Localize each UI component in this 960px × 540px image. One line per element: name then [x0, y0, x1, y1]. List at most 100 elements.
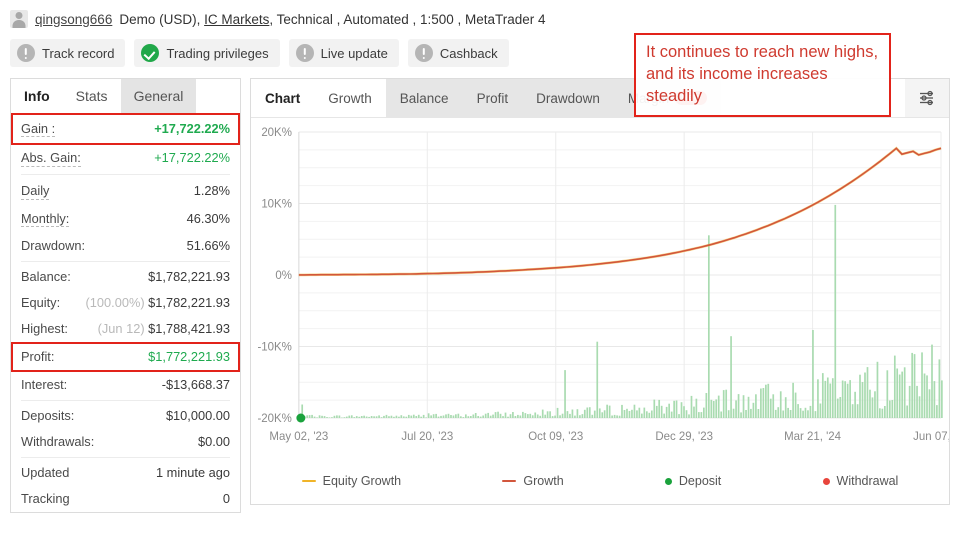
chart-markers [296, 413, 306, 423]
svg-text:10K%: 10K% [261, 198, 292, 210]
legend-label: Equity Growth [322, 474, 402, 488]
legend-label: Withdrawal [836, 474, 899, 488]
svg-text:Mar 21, '24: Mar 21, '24 [784, 431, 842, 443]
info-row-equity: Equity: (100.00%) $1,782,221.93 [11, 290, 240, 316]
check-circle-icon [141, 44, 160, 62]
info-row-withdrawals: Withdrawals: $0.00 [11, 429, 240, 455]
chart-svg: 20K% 10K% 0% -10K% -20K% May 02, '23 Jul 20, … [257, 127, 960, 443]
chart-volume-bars [298, 204, 943, 418]
info-key: Highest: [21, 321, 68, 337]
info-row-drawdown: Drawdown: 51.66% [11, 233, 240, 259]
info-value: 46.30% [186, 210, 230, 226]
info-key: Monthly: [21, 210, 70, 228]
legend-item-equity-growth[interactable]: Equity Growth [301, 474, 402, 488]
info-value: -$13,668.37 [161, 377, 230, 393]
info-panel-tabs: Info Stats General [11, 79, 240, 113]
equity-percent: (100.00%) [85, 295, 145, 311]
main-content: Info Stats General Gain : +17,722.22% Ab… [0, 33, 960, 513]
svg-text:Jul 20, '23: Jul 20, '23 [401, 431, 453, 443]
exclamation-circle-icon [295, 44, 314, 62]
legend-label: Growth [523, 474, 564, 488]
badge-label: Cashback [439, 45, 498, 61]
badge-label: Track record [42, 45, 115, 61]
info-row-gain: Gain : +17,722.22% [11, 113, 240, 145]
divider [21, 174, 230, 176]
tab-growth[interactable]: Growth [314, 79, 386, 117]
info-key: Profit: [21, 349, 55, 365]
legend-item-growth[interactable]: Growth [502, 474, 564, 488]
svg-text:Dec 29, '23: Dec 29, '23 [655, 431, 713, 443]
info-row-monthly: Monthly: 46.30% [11, 205, 240, 233]
sliders-settings-icon [920, 90, 933, 106]
account-header: qingsong666 Demo (USD), IC Markets, Tech… [0, 0, 960, 30]
account-meta-rest: , Technical , Automated , 1:500 , MetaTr… [269, 11, 546, 27]
badge-trading-privileges[interactable]: Trading privileges [134, 39, 280, 67]
equity-amount: $1,782,221.93 [148, 295, 230, 311]
info-value: $10,000.00 [165, 408, 230, 424]
badge-track-record[interactable]: Track record [10, 39, 126, 67]
exclamation-circle-icon [414, 44, 433, 62]
chart-panel: Chart Growth Balance Profit Drawdown Mar… [250, 33, 960, 505]
tab-chart[interactable]: Chart [251, 79, 315, 117]
chart-y-axis-labels: 20K% 10K% 0% -10K% -20K% [257, 127, 291, 425]
tab-profit[interactable]: Profit [462, 79, 523, 117]
info-value: +17,722.22% [154, 120, 230, 136]
info-row-abs-gain: Abs. Gain: +17,722.22% [11, 145, 240, 173]
account-type-text: Demo (USD), [119, 11, 201, 27]
annotation-callout: It continues to reach new highs, and its… [634, 33, 891, 117]
info-row-updated: Updated 1 minute ago [11, 460, 240, 486]
svg-text:Jun 07, '24: Jun 07, '24 [913, 431, 949, 443]
legend-item-withdrawal[interactable]: Withdrawal [822, 474, 899, 488]
svg-text:May 02, '23: May 02, '23 [269, 431, 328, 443]
svg-text:20K%: 20K% [261, 127, 292, 139]
info-row-daily: Daily 1.28% [11, 177, 240, 205]
info-key: Gain : [21, 120, 56, 138]
badge-live-update[interactable]: Live update [288, 39, 399, 67]
info-key: Balance: [21, 269, 71, 285]
legend-line-swatch [502, 479, 517, 483]
badge-cashback[interactable]: Cashback [407, 39, 509, 67]
svg-text:Oct 09, '23: Oct 09, '23 [528, 431, 583, 443]
info-value: 1.28% [193, 182, 230, 198]
svg-text:-10K%: -10K% [257, 341, 291, 353]
info-value: $1,782,221.93 [148, 269, 230, 285]
chart-settings-button[interactable] [905, 79, 949, 117]
info-key: Daily [21, 182, 50, 200]
tab-general[interactable]: General [120, 79, 197, 113]
account-meta: Demo (USD), IC Markets, Technical , Auto… [119, 12, 545, 27]
info-row-highest: Highest: (Jun 12) $1,788,421.93 [11, 316, 240, 342]
info-key: Tracking [21, 491, 70, 507]
info-value: (100.00%) $1,782,221.93 [86, 295, 230, 310]
info-value: +17,722.22% [154, 150, 230, 166]
info-key: Drawdown: [21, 238, 86, 254]
info-row-interest: Interest: -$13,668.37 [11, 372, 240, 398]
info-value: 0 [222, 491, 230, 507]
chart-x-axis-labels: May 02, '23 Jul 20, '23 Oct 09, '23 Dec 29,… [269, 431, 960, 443]
divider [21, 399, 230, 401]
info-row-tracking: Tracking 0 [11, 486, 240, 512]
legend-line-swatch [301, 479, 316, 483]
info-value: (Jun 12) $1,788,421.93 [98, 321, 230, 336]
highest-date: (Jun 12) [97, 321, 145, 337]
account-username-link[interactable]: qingsong666 [35, 12, 112, 27]
badge-label: Live update [320, 45, 388, 61]
tab-info[interactable]: Info [11, 79, 63, 113]
info-key: Equity: [21, 295, 61, 311]
info-key: Updated [21, 465, 70, 481]
legend-item-deposit[interactable]: Deposit [664, 474, 722, 488]
legend-dot-swatch [822, 477, 830, 485]
exclamation-circle-icon [17, 44, 35, 62]
info-row-deposits: Deposits: $10,000.00 [11, 403, 240, 429]
divider [21, 456, 230, 458]
tab-drawdown[interactable]: Drawdown [522, 79, 614, 117]
tab-balance[interactable]: Balance [385, 79, 463, 117]
info-row-balance: Balance: $1,782,221.93 [11, 264, 240, 290]
broker-link[interactable]: IC Markets [204, 12, 269, 27]
chart-legend: Equity Growth Growth Deposit Withdrawal [251, 470, 949, 488]
info-value: 51.66% [186, 238, 230, 254]
info-value: $1,772,221.93 [148, 349, 230, 365]
tab-stats[interactable]: Stats [62, 79, 121, 113]
legend-label: Deposit [678, 474, 722, 488]
growth-chart-plot: 20K% 10K% 0% -10K% -20K% May 02, '23 Jul 20, … [251, 118, 960, 470]
info-key: Withdrawals: [21, 434, 95, 450]
